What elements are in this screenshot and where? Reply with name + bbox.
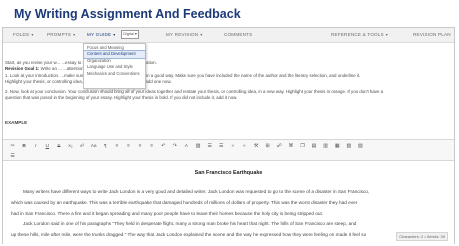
format-icon-1[interactable]: ▤ — [310, 143, 317, 150]
chevron-down-icon: ▾ — [200, 33, 203, 37]
page-header: My Writing Assignment And Feedback — [0, 0, 459, 28]
superscript-button[interactable]: x² — [79, 143, 86, 150]
guide-dropdown-menu: Focus and Meaning Content and Developmen… — [83, 43, 146, 89]
indent-icon[interactable]: » — [241, 143, 248, 150]
outdent-icon[interactable]: « — [229, 143, 236, 150]
tab-my-guide[interactable]: MY GUIDE ▾ — [87, 28, 115, 42]
document-title: San Francisco Earthquake — [194, 170, 263, 176]
document-line: had in San Francisco. There a fire and i… — [11, 210, 324, 216]
align-justify-icon[interactable]: ≡ — [148, 143, 155, 150]
document-body: Many writers have different ways to writ… — [11, 187, 451, 241]
undo-icon[interactable]: ↶ — [160, 143, 167, 150]
revision-instructions: Start, as you revise your w... ...essay … — [5, 60, 453, 101]
page-title: My Writing Assignment And Feedback — [14, 7, 241, 21]
italic-button[interactable]: I — [32, 143, 39, 150]
document-line: Many writers have different ways to writ… — [23, 189, 370, 194]
font-size-button[interactable]: Aa — [90, 143, 97, 150]
special-char-icon[interactable]: ⌘ — [287, 143, 294, 150]
strikethrough-button[interactable]: S — [55, 143, 62, 150]
toolbar-row-1: ✂ B I U S x₂ x² Aa ¶ ≡ ≡ ≡ ≡ ↶ ↷ A ▧ ☰ ☰… — [9, 142, 368, 151]
document-line: which was caused by an earthquake. This … — [11, 199, 358, 205]
chevron-down-icon: ▾ — [31, 33, 34, 37]
instruction-step-2-cont: question that was posed in the beginning… — [5, 95, 238, 101]
tab-my-revision[interactable]: MY REVISION ▾ — [166, 28, 202, 42]
numbered-list-icon[interactable]: ☰ — [218, 143, 225, 150]
bullet-list-icon[interactable]: ☰ — [206, 143, 213, 150]
chevron-down-icon: ▾ — [73, 33, 76, 37]
guide-type-select[interactable]: Digital ▾ — [121, 30, 139, 39]
chevron-down-icon: ▾ — [385, 33, 388, 37]
highlight-icon[interactable]: ▧ — [195, 143, 202, 150]
document-editor[interactable]: San Francisco Earthquake Many writers ha… — [3, 162, 454, 244]
document-line: Jack London said in one of his paragraph… — [23, 221, 357, 227]
link-icon[interactable]: ☍ — [276, 143, 283, 150]
document-line: up these hills, mile after mile, were th… — [11, 232, 367, 238]
tab-comments[interactable]: COMMENTS — [224, 28, 252, 42]
revision-goal-label: Revision Goal 1: — [5, 66, 40, 72]
tab-revision-plan[interactable]: REVISION PLAN — [413, 28, 451, 42]
toolbar-row-2: ☰ — [9, 152, 21, 161]
tab-bar: FOLDS ▾ PROMPTS ▾ MY GUIDE ▾ Digital ▾ MY R… — [3, 28, 454, 43]
tools-icon[interactable]: ⚒ — [252, 143, 259, 150]
text-color-icon[interactable]: A — [183, 143, 190, 150]
underline-button[interactable]: U — [44, 143, 51, 150]
format-icon-4[interactable]: ▧ — [345, 143, 352, 150]
format-icon-2[interactable]: ▥ — [322, 143, 329, 150]
menu-icon[interactable]: ☰ — [9, 153, 16, 160]
chevron-down-icon: ▾ — [113, 33, 116, 37]
format-icon-5[interactable]: ▨ — [357, 143, 364, 150]
tab-reference-tools[interactable]: REFERENCE & TOOLS ▾ — [331, 28, 388, 42]
align-right-icon[interactable]: ≡ — [137, 143, 144, 150]
subscript-button[interactable]: x₂ — [67, 143, 74, 150]
example-label: EXAMPLE — [5, 120, 28, 125]
align-center-icon[interactable]: ≡ — [125, 143, 132, 150]
cut-icon[interactable]: ✂ — [9, 143, 16, 150]
format-icon-3[interactable]: ▦ — [334, 143, 341, 150]
bold-button[interactable]: B — [21, 143, 28, 150]
copy-icon[interactable]: ❐ — [299, 143, 306, 150]
paragraph-icon[interactable]: ¶ — [102, 143, 109, 150]
menu-item-mechanics-conventions[interactable]: Mechanics and Conventions — [84, 71, 145, 77]
editor-toolbar: ✂ B I U S x₂ x² Aa ¶ ≡ ≡ ≡ ≡ ↶ ↷ A ▧ ☰ ☰… — [3, 139, 454, 161]
tab-prompts[interactable]: PROMPTS ▾ — [47, 28, 75, 42]
word-count-status: Characters: 2 • Words: 39 — [396, 232, 448, 241]
tab-folds[interactable]: FOLDS ▾ — [13, 28, 33, 42]
redo-icon[interactable]: ↷ — [171, 143, 178, 150]
align-left-icon[interactable]: ≡ — [113, 143, 120, 150]
table-icon[interactable]: ⊞ — [264, 143, 271, 150]
